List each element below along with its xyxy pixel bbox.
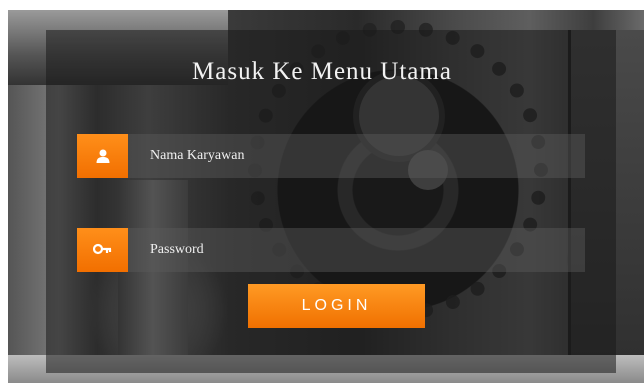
username-field-group [77, 134, 585, 178]
password-input[interactable] [128, 228, 585, 272]
password-field-group [77, 228, 585, 272]
page-title: Masuk Ke Menu Utama [192, 58, 452, 85]
user-icon [77, 134, 128, 178]
login-button[interactable]: LOGIN [248, 284, 425, 328]
username-input[interactable] [128, 134, 585, 178]
key-icon [77, 228, 128, 272]
